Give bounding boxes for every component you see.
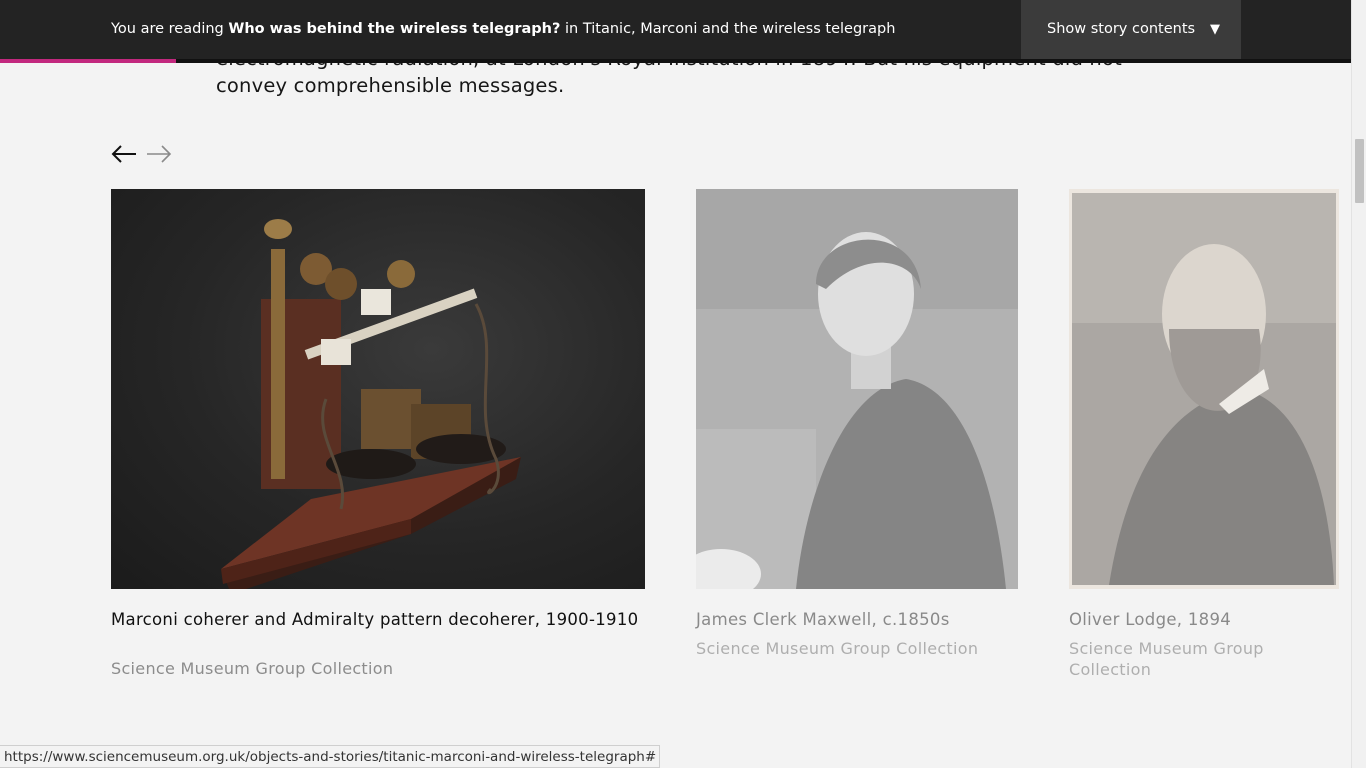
reading-progress-fill: [0, 59, 176, 63]
caret-down-icon: ▼: [1210, 22, 1220, 37]
reading-status: You are reading Who was behind the wirel…: [111, 0, 895, 59]
slide-caption: Marconi coherer and Admiralty pattern de…: [111, 610, 639, 629]
page-scrollbar[interactable]: [1351, 0, 1366, 768]
slide-caption: James Clerk Maxwell, c.1850s: [696, 610, 950, 629]
arrow-left-icon[interactable]: [110, 143, 138, 165]
lodge-portrait: [1069, 189, 1339, 589]
scrollbar-thumb[interactable]: [1355, 139, 1364, 203]
slide-credit: Science Museum Group Collection: [1069, 639, 1264, 679]
maxwell-portrait: [696, 189, 1018, 589]
status-url: https://www.sciencemuseum.org.uk/objects…: [0, 745, 661, 768]
show-story-contents-label: Show story contents: [1047, 21, 1196, 37]
reading-progress: [0, 59, 1351, 63]
show-story-contents-button[interactable]: Show story contents ▼: [1021, 0, 1241, 59]
article-line: convey comprehensible messages.: [216, 74, 565, 97]
maxwell-portrait-image[interactable]: [696, 189, 1018, 589]
slide-credit: Science Museum Group Collection: [696, 639, 979, 658]
slide-credit: Science Museum Group Collection: [111, 659, 394, 678]
story-title: Who was behind the wireless telegraph?: [228, 21, 561, 37]
slide-caption: Oliver Lodge, 1894: [1069, 610, 1232, 629]
coherer-image[interactable]: [111, 189, 645, 589]
reading-in: in Titanic, Marconi and the wireless tel…: [560, 21, 896, 37]
arrow-right-icon[interactable]: [145, 143, 173, 165]
lodge-portrait-image[interactable]: [1069, 189, 1339, 589]
coherer-illustration: [221, 219, 521, 589]
reading-prefix: You are reading: [111, 21, 229, 37]
reading-bar: You are reading Who was behind the wirel…: [0, 0, 1351, 59]
